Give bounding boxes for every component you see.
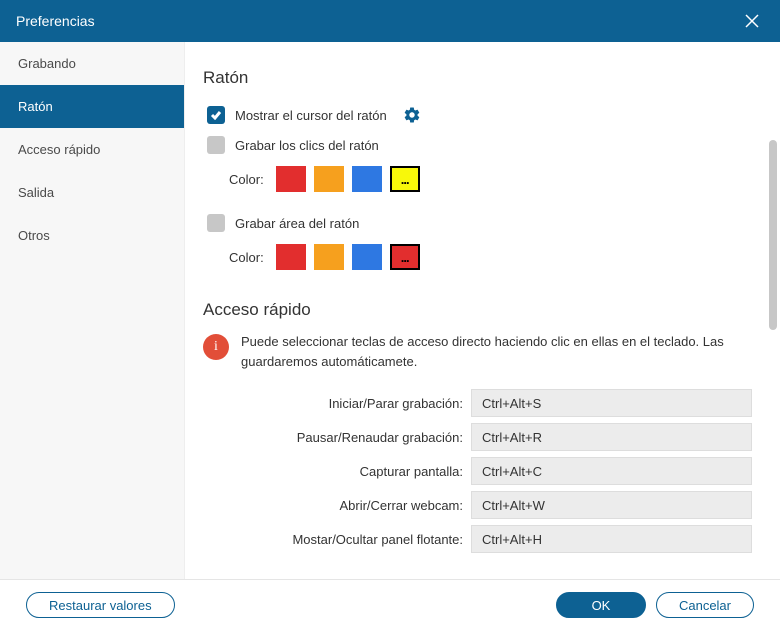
shortcut-input-capture[interactable]	[471, 457, 752, 485]
shortcut-label: Pausar/Renaudar grabación:	[203, 430, 463, 445]
row-record-area: Grabar área del ratón	[203, 208, 752, 238]
label-record-clicks: Grabar los clics del ratón	[235, 138, 379, 153]
scrollbar-thumb[interactable]	[769, 140, 777, 330]
gear-icon	[403, 106, 421, 124]
color-swatch-more-area[interactable]: ...	[390, 244, 420, 270]
shortcut-label: Capturar pantalla:	[203, 464, 463, 479]
sidebar-item-raton[interactable]: Ratón	[0, 85, 184, 128]
shortcut-label: Abrir/Cerrar webcam:	[203, 498, 463, 513]
color-label-clicks: Color:	[229, 172, 264, 187]
section-heading-mouse: Ratón	[203, 68, 752, 88]
checkbox-record-clicks[interactable]	[207, 136, 225, 154]
color-swatch-more-clicks[interactable]: ...	[390, 166, 420, 192]
restore-defaults-button[interactable]: Restaurar valores	[26, 592, 175, 618]
check-icon	[210, 110, 222, 120]
info-text: Puede seleccionar teclas de acceso direc…	[241, 332, 752, 371]
section-heading-shortcuts: Acceso rápido	[203, 300, 752, 320]
shortcut-row-start-stop: Iniciar/Parar grabación:	[203, 389, 752, 417]
ok-button[interactable]: OK	[556, 592, 646, 618]
label-show-cursor: Mostrar el cursor del ratón	[235, 108, 387, 123]
row-show-cursor: Mostrar el cursor del ratón	[203, 100, 752, 130]
preferences-window: Preferencias Grabando Ratón Acceso rápid…	[0, 0, 780, 630]
label-record-area: Grabar área del ratón	[235, 216, 359, 231]
content[interactable]: Ratón Mostrar el cursor del ratón Grabar…	[185, 42, 780, 579]
footer: Restaurar valores OK Cancelar	[0, 579, 780, 630]
color-row-area: Color: ...	[229, 244, 752, 270]
sidebar-item-otros[interactable]: Otros	[0, 214, 184, 257]
checkbox-record-area[interactable]	[207, 214, 225, 232]
sidebar-item-grabando[interactable]: Grabando	[0, 42, 184, 85]
shortcut-label: Iniciar/Parar grabación:	[203, 396, 463, 411]
shortcut-row-panel: Mostar/Ocultar panel flotante:	[203, 525, 752, 553]
cancel-button[interactable]: Cancelar	[656, 592, 754, 618]
sidebar-item-salida[interactable]: Salida	[0, 171, 184, 214]
shortcut-input-panel[interactable]	[471, 525, 752, 553]
content-wrap: Ratón Mostrar el cursor del ratón Grabar…	[185, 42, 780, 579]
shortcut-row-capture: Capturar pantalla:	[203, 457, 752, 485]
color-swatch-blue[interactable]	[352, 166, 382, 192]
info-row: i Puede seleccionar teclas de acceso dir…	[203, 332, 752, 371]
shortcut-row-webcam: Abrir/Cerrar webcam:	[203, 491, 752, 519]
color-swatch-orange[interactable]	[314, 166, 344, 192]
body: Grabando Ratón Acceso rápido Salida Otro…	[0, 42, 780, 579]
window-title: Preferencias	[16, 13, 95, 29]
color-swatch-orange-2[interactable]	[314, 244, 344, 270]
shortcut-label: Mostar/Ocultar panel flotante:	[203, 532, 463, 547]
color-swatch-blue-2[interactable]	[352, 244, 382, 270]
close-button[interactable]	[740, 9, 764, 33]
color-swatch-red[interactable]	[276, 166, 306, 192]
shortcut-row-pause: Pausar/Renaudar grabación:	[203, 423, 752, 451]
close-icon	[744, 13, 760, 29]
row-record-clicks: Grabar los clics del ratón	[203, 130, 752, 160]
titlebar: Preferencias	[0, 0, 780, 42]
sidebar-item-acceso-rapido[interactable]: Acceso rápido	[0, 128, 184, 171]
color-label-area: Color:	[229, 250, 264, 265]
shortcut-input-start-stop[interactable]	[471, 389, 752, 417]
gear-button[interactable]	[403, 106, 421, 124]
shortcut-input-webcam[interactable]	[471, 491, 752, 519]
color-swatch-red-2[interactable]	[276, 244, 306, 270]
shortcut-input-pause[interactable]	[471, 423, 752, 451]
info-icon: i	[203, 334, 229, 360]
checkbox-show-cursor[interactable]	[207, 106, 225, 124]
sidebar: Grabando Ratón Acceso rápido Salida Otro…	[0, 42, 185, 579]
color-row-clicks: Color: ...	[229, 166, 752, 192]
